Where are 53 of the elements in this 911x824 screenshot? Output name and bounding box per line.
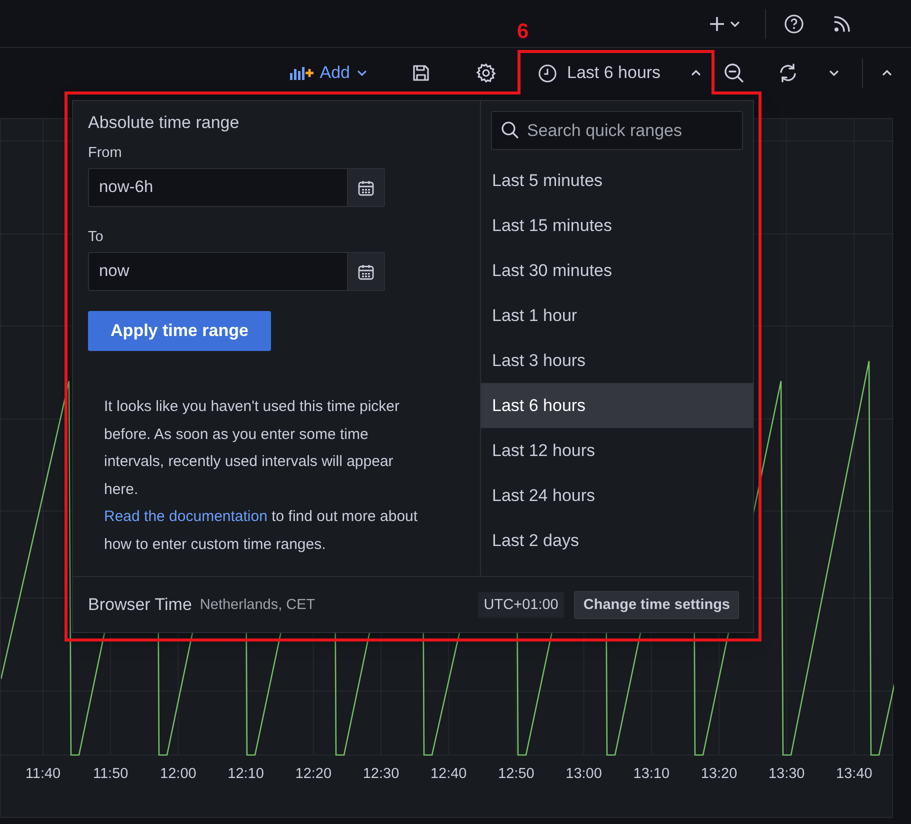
annotation-number: 6: [517, 20, 529, 44]
time-range-picker[interactable]: Last 6 hours: [526, 55, 718, 91]
axis-tick-label: 13:10: [633, 766, 670, 782]
add-panel-icon: [290, 66, 314, 80]
utc-offset-badge: UTC+01:00: [478, 592, 564, 618]
field-label: From: [88, 145, 123, 161]
zoom-out-icon[interactable]: [724, 63, 744, 83]
documentation-link[interactable]: Read the documentation: [104, 508, 268, 525]
axis-tick-label: 12:50: [498, 766, 534, 782]
axis-tick-label: 12:00: [160, 766, 196, 782]
notice-text: Read the documentation to find out more about how to enter custom time ranges.: [104, 507, 419, 554]
change-time-settings-button[interactable]: Change time settings: [574, 590, 739, 618]
search-icon: [501, 121, 519, 139]
search-field[interactable]: Search quick ranges: [491, 111, 743, 150]
quick-range-item[interactable]: Last 3 hours: [481, 338, 753, 383]
notice-text: It looks like you haven't used this time picker before. As soon as you enter some time intervals, recently used intervals will appear here.: [104, 397, 401, 500]
timezone-detail: Netherlands, CET: [200, 596, 316, 612]
axis-tick-label: 12:30: [362, 766, 400, 782]
plus-icon: [709, 16, 725, 32]
calendar-button[interactable]: [347, 168, 385, 207]
axis-tick-label: 12:40: [430, 766, 467, 782]
from-field[interactable]: now-6h: [88, 168, 347, 207]
axis-tick-label: 13:00: [566, 766, 602, 782]
quick-range-item[interactable]: Last 6 hours: [481, 383, 753, 428]
axis-tick-label: 13:20: [700, 766, 738, 782]
calendar-icon: [357, 178, 375, 196]
quick-range-item[interactable]: Last 12 hours: [481, 428, 753, 473]
axis-tick-label: 13:40: [836, 766, 872, 782]
axis-tick-label: 13:30: [768, 766, 805, 782]
quick-range-item[interactable]: Last 30 minutes: [481, 248, 753, 293]
refresh-icon[interactable]: [778, 63, 798, 83]
quick-range-item[interactable]: Last 2 days: [481, 518, 753, 563]
axis-tick-label: 12:20: [295, 766, 332, 782]
quick-range-item[interactable]: Last 15 minutes: [481, 203, 753, 248]
add-button[interactable]: Add: [290, 63, 368, 83]
clock-icon: [538, 64, 557, 82]
calendar-button[interactable]: [347, 252, 385, 291]
to-field[interactable]: now: [88, 252, 347, 291]
save-icon[interactable]: [412, 64, 430, 82]
calendar-icon: [357, 262, 375, 280]
axis-tick-label: 11:50: [93, 766, 128, 782]
help-icon[interactable]: [784, 14, 804, 34]
field-label: To: [88, 229, 104, 245]
quick-range-item[interactable]: Last 24 hours: [481, 473, 753, 518]
timezone-label: Browser Time: [88, 594, 192, 614]
apply-button[interactable]: Apply time range: [88, 311, 271, 351]
section-title: Absolute time range: [88, 113, 240, 133]
rss-icon[interactable]: [833, 14, 851, 32]
axis-tick-label: 12:10: [228, 766, 264, 782]
settings-icon[interactable]: [476, 63, 496, 83]
axis-tick-label: 11:40: [25, 766, 61, 782]
quick-range-item[interactable]: Last 5 minutes: [481, 158, 753, 203]
quick-range-item[interactable]: Last 1 hour: [481, 293, 753, 338]
